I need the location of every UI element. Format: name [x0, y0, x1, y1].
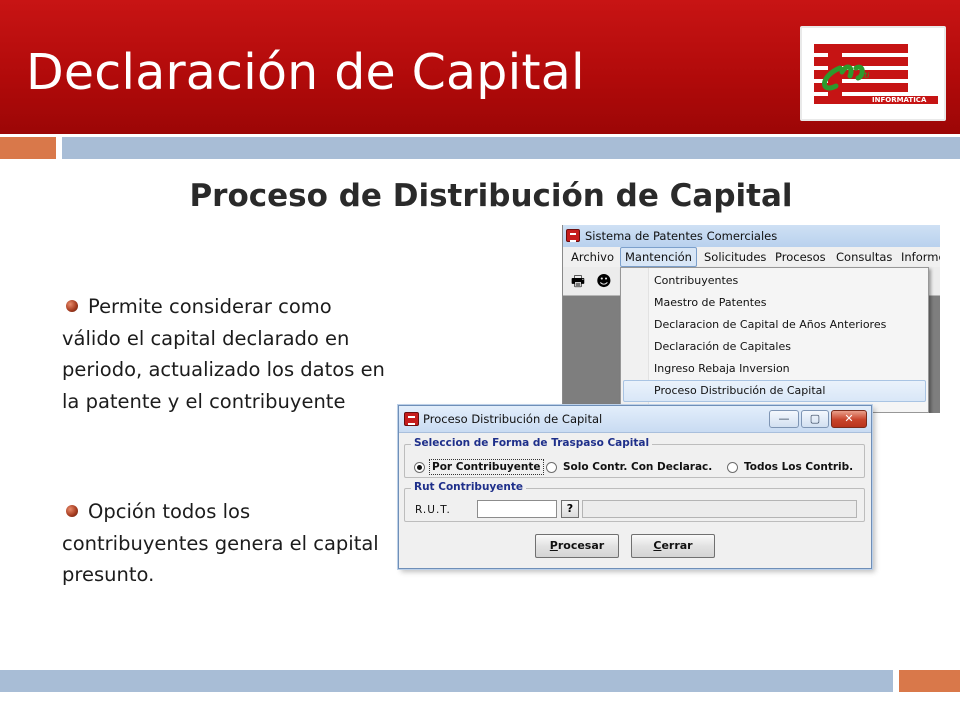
- menu-item-declaracion-anos-anteriores[interactable]: Declaracion de Capital de Años Anteriore…: [623, 314, 926, 336]
- menu-item-proceso-distribucion[interactable]: Proceso Distribución de Capital: [623, 380, 926, 402]
- logo-graphic: ti INFORMATICA: [814, 44, 938, 104]
- menu-item-contribuyentes[interactable]: Contribuyentes: [623, 270, 926, 292]
- header-accent-orange: [0, 137, 56, 159]
- logo-text: INFORMATICA: [872, 96, 927, 104]
- transfer-type-legend: Seleccion de Forma de Traspaso Capital: [411, 437, 653, 449]
- maximize-button[interactable]: ▢: [801, 410, 829, 428]
- minimize-button[interactable]: —: [769, 410, 799, 428]
- radio-solo-contr[interactable]: [546, 462, 557, 473]
- process-button-accel: P: [549, 539, 558, 552]
- menu-procesos[interactable]: Procesos: [771, 247, 830, 267]
- close-icon[interactable]: ✕: [831, 410, 867, 428]
- dialog-logo-icon: [404, 412, 419, 426]
- dialog-titlebar: Proceso Distribución de Capital — ▢ ✕: [399, 406, 871, 433]
- app-window: Sistema de Patentes Comerciales Archivo …: [562, 225, 940, 413]
- printer-icon[interactable]: 🖶: [568, 272, 588, 291]
- menu-mantencion[interactable]: Mantención: [620, 247, 697, 267]
- dialog-title: Proceso Distribución de Capital: [423, 412, 603, 426]
- menu-solicitudes[interactable]: Solicitudes: [700, 247, 770, 267]
- user-search-icon[interactable]: ☻: [594, 272, 614, 291]
- bullet-dot-icon: [66, 300, 78, 312]
- menu-item-declaracion-capitales[interactable]: Declaración de Capitales: [623, 336, 926, 358]
- bullet-2: Opción todos los contribuyentes genera e…: [62, 496, 392, 591]
- footer-accent-blue: [0, 670, 893, 692]
- slide-title: Declaración de Capital: [26, 44, 585, 101]
- menu-consultas[interactable]: Consultas: [832, 247, 896, 267]
- menu-item-rebaja-inversion[interactable]: Ingreso Rebaja Inversion: [623, 358, 926, 380]
- transfer-type-group: Seleccion de Forma de Traspaso Capital P…: [404, 437, 865, 478]
- radio-label-solo-contr[interactable]: Solo Contr. Con Declarac.: [561, 459, 714, 475]
- process-button[interactable]: Procesar: [535, 534, 619, 558]
- rut-lookup-button[interactable]: ?: [561, 500, 579, 518]
- distribution-dialog: Proceso Distribución de Capital — ▢ ✕ Se…: [398, 405, 872, 569]
- bullet-2-text: Opción todos los contribuyentes genera e…: [62, 500, 379, 586]
- app-titlebar: Sistema de Patentes Comerciales: [563, 225, 940, 247]
- app-logo-icon: [566, 229, 580, 242]
- footer-accent-orange: [899, 670, 960, 692]
- rut-label: R.U.T.: [415, 504, 451, 516]
- process-button-label: rocesar: [557, 539, 605, 552]
- rut-legend: Rut Contribuyente: [411, 481, 526, 493]
- svg-text:ti: ti: [864, 71, 870, 80]
- company-logo: ti INFORMATICA: [800, 26, 946, 121]
- rut-input[interactable]: [477, 500, 557, 518]
- radio-todos-contrib[interactable]: [727, 462, 738, 473]
- app-menubar: Archivo Mantención Solicitudes Procesos …: [563, 247, 940, 267]
- rut-group: Rut Contribuyente R.U.T. ?: [404, 481, 865, 522]
- mantencion-dropdown: Contribuyentes Maestro de Patentes Decla…: [620, 267, 929, 413]
- bullet-1: Permite considerar como válido el capita…: [62, 291, 392, 417]
- menu-archivo[interactable]: Archivo: [567, 247, 618, 267]
- radio-label-todos-contrib[interactable]: Todos Los Contrib.: [742, 459, 855, 475]
- slide-subtitle: Proceso de Distribución de Capital: [189, 178, 793, 214]
- menu-informes[interactable]: Informes: [897, 247, 940, 267]
- bullet-dot-icon: [66, 505, 78, 517]
- contribuyente-name-field: [582, 500, 857, 518]
- header-accent-blue: [62, 137, 960, 159]
- close-button-label: errar: [661, 539, 693, 552]
- menu-item-maestro-patentes[interactable]: Maestro de Patentes: [623, 292, 926, 314]
- close-button[interactable]: Cerrar: [631, 534, 715, 558]
- slide-header: Declaración de Capital ti INFORMATICA: [0, 0, 960, 134]
- radio-label-por-contribuyente[interactable]: Por Contribuyente: [429, 459, 544, 475]
- bullet-1-text: Permite considerar como válido el capita…: [62, 295, 385, 413]
- radio-por-contribuyente[interactable]: [414, 462, 425, 473]
- app-title: Sistema de Patentes Comerciales: [585, 229, 778, 243]
